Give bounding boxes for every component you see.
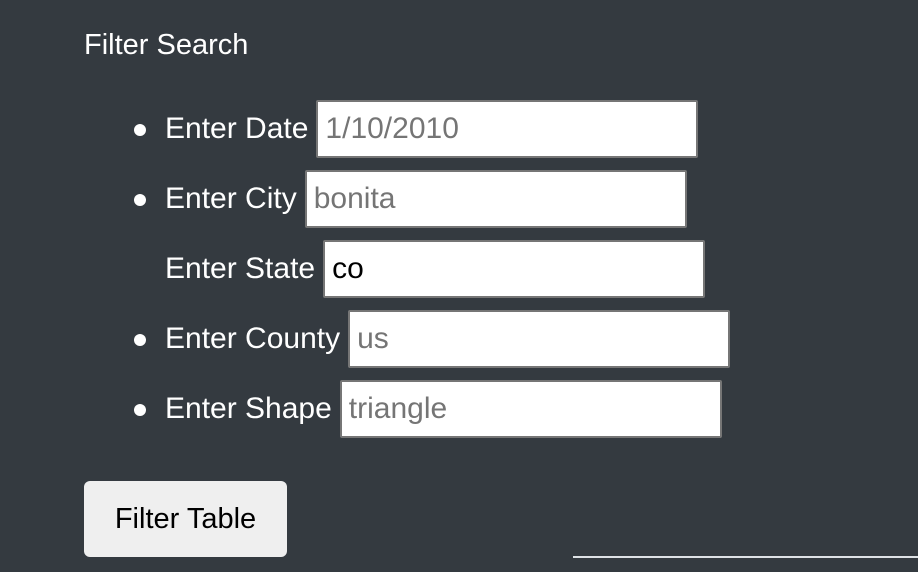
city-input[interactable] — [304, 170, 687, 228]
filter-item-date: Enter Date — [0, 99, 730, 169]
bullet-icon — [134, 194, 146, 206]
divider — [573, 556, 918, 558]
filter-item-shape: Enter Shape — [0, 379, 730, 449]
filter-list: Enter Date Enter City Enter State Enter … — [0, 99, 731, 449]
bullet-icon — [134, 124, 146, 136]
filter-item-city: Enter City — [0, 169, 730, 239]
city-label: Enter City — [165, 182, 297, 215]
date-input[interactable] — [316, 100, 699, 158]
bullet-icon — [134, 334, 146, 346]
shape-input[interactable] — [339, 380, 722, 438]
filter-table-button[interactable]: Filter Table — [84, 481, 287, 557]
state-label: Enter State — [165, 252, 316, 285]
bullet-icon — [134, 404, 146, 416]
county-input[interactable] — [348, 310, 731, 368]
filter-search-heading: Filter Search — [84, 29, 249, 61]
state-input[interactable] — [323, 240, 706, 298]
filter-item-state: Enter State — [0, 239, 730, 309]
filter-item-county: Enter County — [0, 309, 731, 379]
shape-label: Enter Shape — [165, 392, 332, 425]
county-label: Enter County — [165, 322, 341, 355]
date-label: Enter Date — [165, 112, 309, 145]
